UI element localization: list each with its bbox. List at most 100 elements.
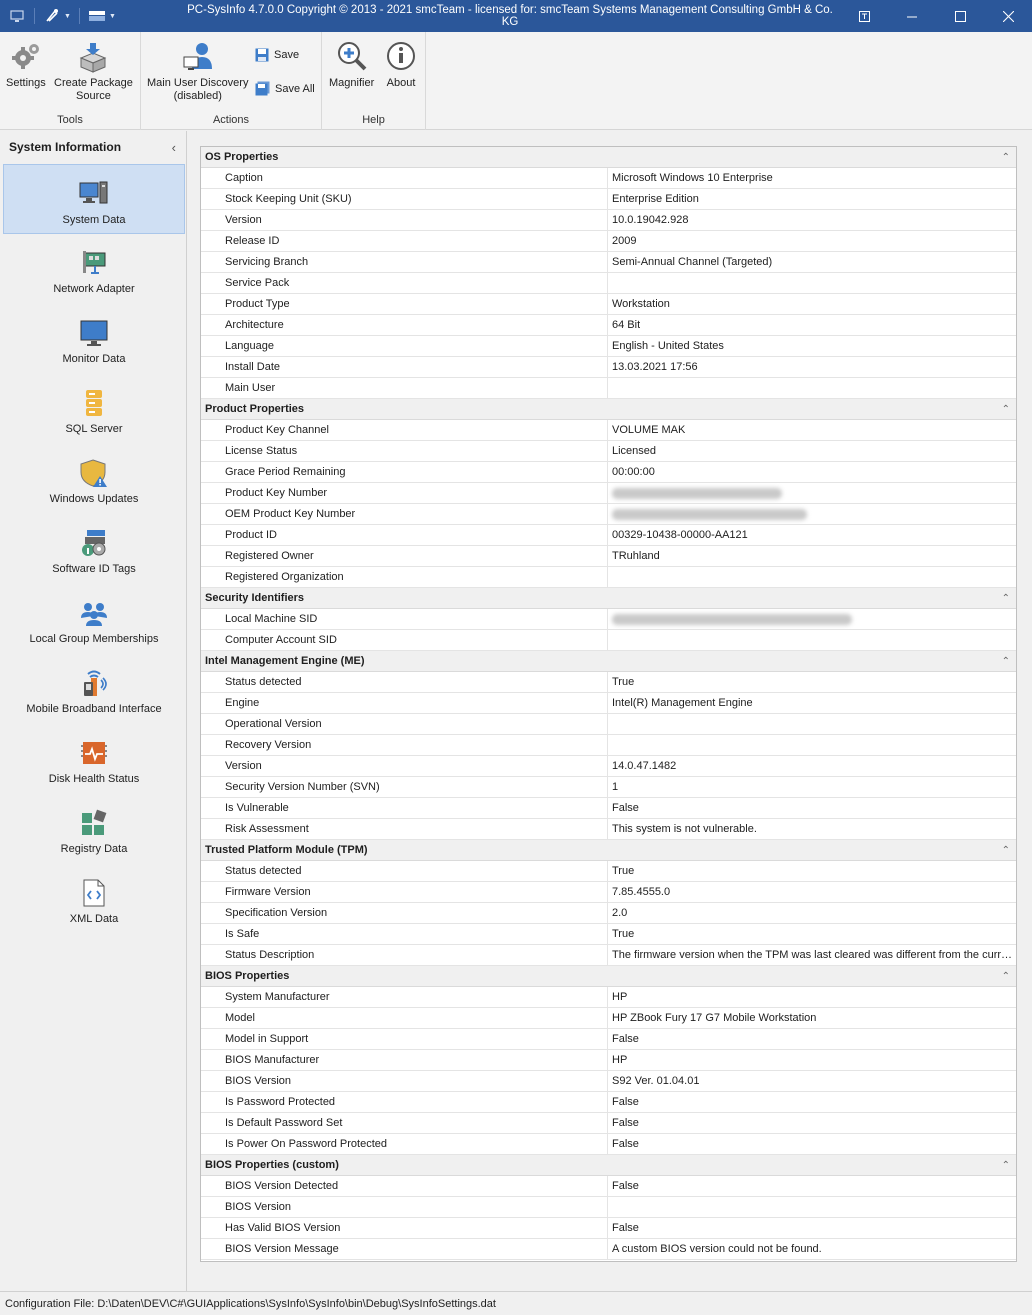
property-value-cell[interactable]: English - United States [608,336,1016,356]
property-value-cell[interactable]: 13.03.2021 17:56 [608,357,1016,377]
property-row[interactable]: Security Version Number (SVN) 1 [201,777,1016,798]
property-value-cell[interactable]: True [608,672,1016,692]
property-value-cell[interactable] [608,483,1016,503]
property-row[interactable]: Status detected True [201,672,1016,693]
property-value-cell[interactable] [608,378,1016,398]
property-value-cell[interactable]: TRuhland [608,546,1016,566]
property-row[interactable]: Is Power On Password Protected False [201,1134,1016,1155]
sidebar-item-registry-data[interactable]: Registry Data [3,794,185,864]
property-row[interactable]: Has Valid BIOS Version False [201,1218,1016,1239]
maximize-button[interactable] [936,0,984,32]
property-value-cell[interactable] [608,609,1016,629]
property-value-cell[interactable] [608,714,1016,734]
category-header[interactable]: BIOS Properties ⌃ [201,966,1016,987]
property-value-cell[interactable]: 64 Bit [608,315,1016,335]
property-row[interactable]: Specification Version 2.0 [201,903,1016,924]
property-value-cell[interactable] [608,1197,1016,1217]
property-value-cell[interactable]: The firmware version when the TPM was la… [608,945,1016,965]
property-row[interactable]: License Status Licensed [201,441,1016,462]
property-row[interactable]: Model HP ZBook Fury 17 G7 Mobile Workstat… [201,1008,1016,1029]
property-value-cell[interactable]: 14.0.47.1482 [608,756,1016,776]
property-row[interactable]: Status detected True [201,861,1016,882]
property-row[interactable]: Operational Version [201,714,1016,735]
property-value-cell[interactable] [608,273,1016,293]
property-value-cell[interactable]: 2009 [608,231,1016,251]
property-row[interactable]: Version 10.0.19042.928 [201,210,1016,231]
property-value-cell[interactable] [608,567,1016,587]
property-row[interactable]: Service Pack [201,273,1016,294]
save-all-button[interactable]: Save All [255,81,315,96]
collapse-chevron-icon[interactable]: ⌃ [1002,404,1010,415]
property-value-cell[interactable] [608,504,1016,524]
collapse-chevron-icon[interactable]: ⌃ [1002,656,1010,667]
property-row[interactable]: Version 14.0.47.1482 [201,756,1016,777]
sidebar-item-sql-server[interactable]: SQL Server [3,374,185,444]
sidebar-item-network-adapter[interactable]: Network Adapter [3,234,185,304]
property-value-cell[interactable]: 1 [608,777,1016,797]
sidebar-item-xml-data[interactable]: XML Data [3,864,185,934]
close-button[interactable] [984,0,1032,32]
property-row[interactable]: Is Safe True [201,924,1016,945]
property-row[interactable]: BIOS Version S92 Ver. 01.04.01 [201,1071,1016,1092]
collapse-chevron-icon[interactable]: ⌃ [1002,593,1010,604]
property-value-cell[interactable]: False [608,1113,1016,1133]
property-value-cell[interactable]: 00329-10438-00000-AA121 [608,525,1016,545]
property-value-cell[interactable]: HP ZBook Fury 17 G7 Mobile Workstation [608,1008,1016,1028]
property-row[interactable]: Registered Organization [201,567,1016,588]
category-header[interactable]: BIOS Properties (custom) ⌃ [201,1155,1016,1176]
property-row[interactable]: Is Password Protected False [201,1092,1016,1113]
save-button[interactable]: Save [255,48,299,62]
property-row[interactable]: Servicing Branch Semi-Annual Channel (Tar… [201,252,1016,273]
palette-dropdown-icon[interactable]: ▼ [109,13,116,20]
property-row[interactable]: Stock Keeping Unit (SKU) Enterprise Editi… [201,189,1016,210]
sidebar-item-disk-health-status[interactable]: Disk Health Status [3,724,185,794]
property-row[interactable]: Grace Period Remaining 00:00:00 [201,462,1016,483]
category-header[interactable]: Product Properties ⌃ [201,399,1016,420]
magnifier-button[interactable]: Magnifier [329,38,374,90]
property-value-cell[interactable]: False [608,1218,1016,1238]
property-value-cell[interactable]: False [608,1092,1016,1112]
property-value-cell[interactable]: Licensed [608,441,1016,461]
category-header[interactable]: OS Properties ⌃ [201,147,1016,168]
create-package-source-button[interactable]: Create Package Source [54,38,133,103]
property-row[interactable]: Product Key Channel VOLUME MAK [201,420,1016,441]
property-value-cell[interactable]: Intel(R) Management Engine [608,693,1016,713]
settings-button[interactable]: Settings [6,38,46,90]
property-row[interactable]: Engine Intel(R) Management Engine [201,693,1016,714]
property-row[interactable]: Main User [201,378,1016,399]
sidebar-item-monitor-data[interactable]: Monitor Data [3,304,185,374]
property-row[interactable]: Product Type Workstation [201,294,1016,315]
property-value-cell[interactable]: This system is not vulnerable. [608,819,1016,839]
property-row[interactable]: Status Description The firmware version w… [201,945,1016,966]
main-user-discovery-button[interactable]: Main User Discovery (disabled) [147,38,248,103]
property-value-cell[interactable] [608,735,1016,755]
property-value-cell[interactable]: Microsoft Windows 10 Enterprise [608,168,1016,188]
minimize-button[interactable] [888,0,936,32]
property-row[interactable]: Language English - United States [201,336,1016,357]
property-value-cell[interactable]: Workstation [608,294,1016,314]
category-header[interactable]: Security Identifiers ⌃ [201,588,1016,609]
collapse-chevron-icon[interactable]: ⌃ [1002,152,1010,163]
skin-dropdown-icon[interactable]: ▼ [64,13,71,20]
property-row[interactable]: Caption Microsoft Windows 10 Enterprise [201,168,1016,189]
property-row[interactable]: Architecture 64 Bit [201,315,1016,336]
property-value-cell[interactable]: False [608,1176,1016,1196]
property-value-cell[interactable]: Semi-Annual Channel (Targeted) [608,252,1016,272]
property-value-cell[interactable]: 2.0 [608,903,1016,923]
property-value-cell[interactable] [608,630,1016,650]
property-value-cell[interactable]: False [608,798,1016,818]
property-value-cell[interactable]: 10.0.19042.928 [608,210,1016,230]
property-row[interactable]: Is Default Password Set False [201,1113,1016,1134]
property-value-cell[interactable]: A custom BIOS version could not be found… [608,1239,1016,1259]
property-row[interactable]: Local Machine SID [201,609,1016,630]
property-value-cell[interactable]: 00:00:00 [608,462,1016,482]
skin-selector-icon[interactable] [43,8,61,24]
property-row[interactable]: Computer Account SID [201,630,1016,651]
sidebar-item-windows-updates[interactable]: Windows Updates [3,444,185,514]
restore-layout-button[interactable] [840,0,888,32]
collapse-sidebar-icon[interactable]: ‹ [172,140,176,155]
property-row[interactable]: BIOS Version Message A custom BIOS versio… [201,1239,1016,1260]
property-value-cell[interactable]: 7.85.4555.0 [608,882,1016,902]
property-value-cell[interactable]: True [608,924,1016,944]
sidebar-item-local-group-memberships[interactable]: Local Group Memberships [3,584,185,654]
